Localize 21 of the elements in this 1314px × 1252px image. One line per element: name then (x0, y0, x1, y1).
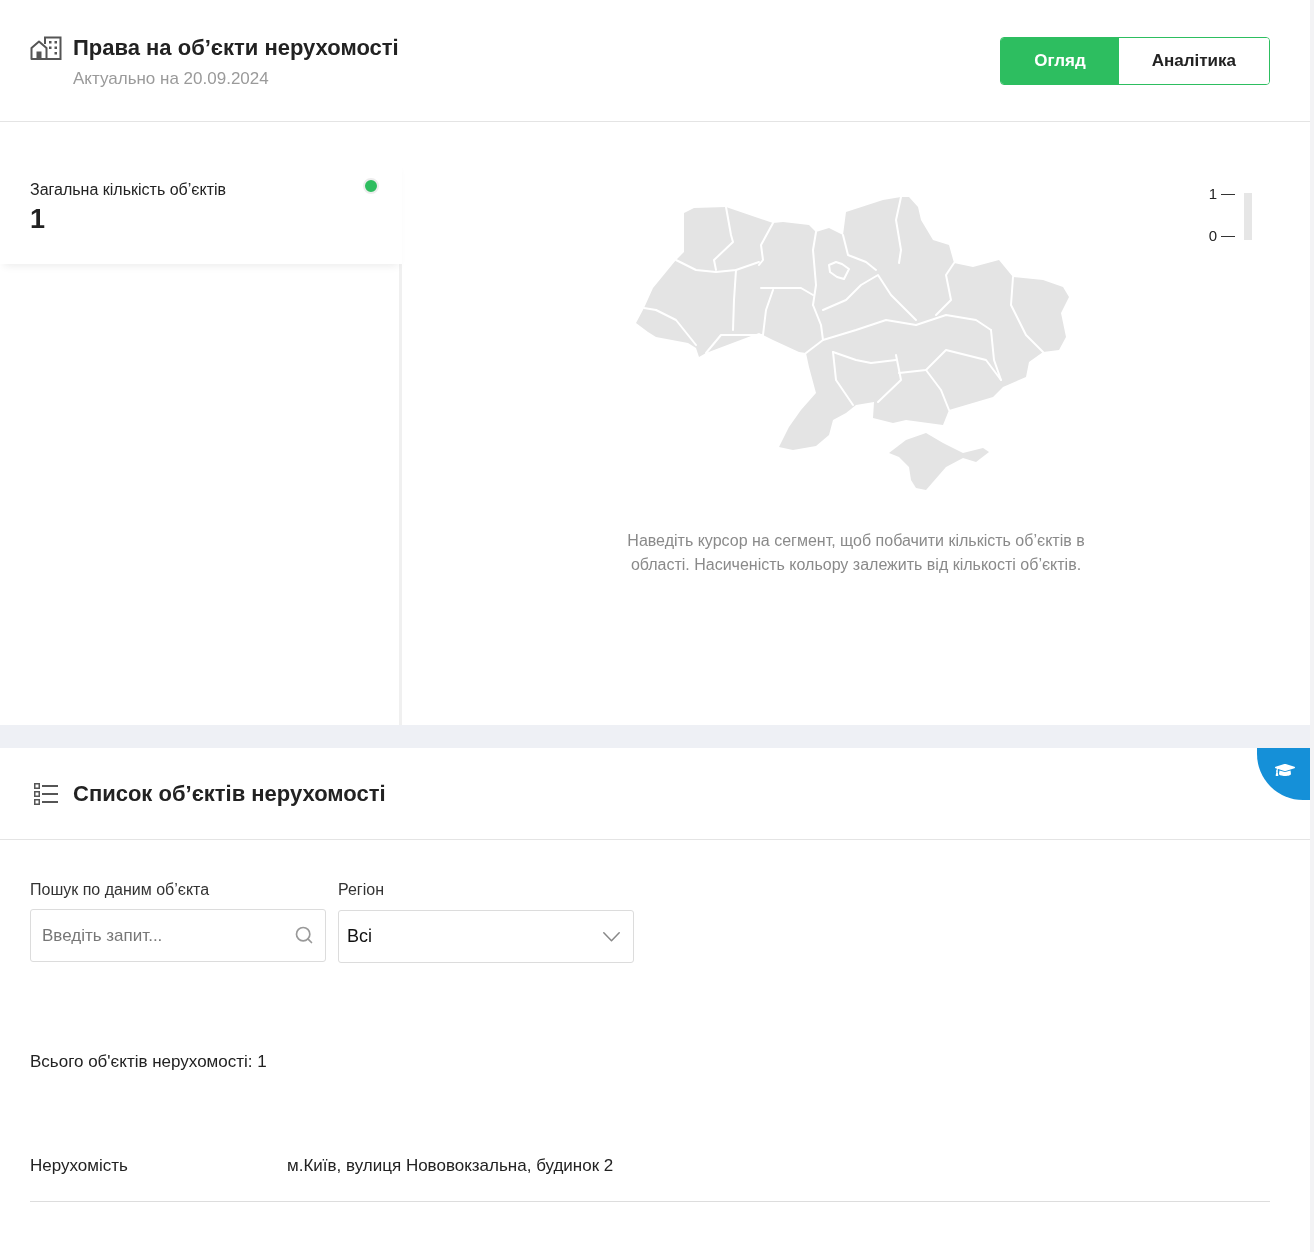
summary-label: Загальна кількість об’єктів (30, 180, 228, 200)
map-hint: Наведіть курсор на сегмент, щоб побачити кількість об’єктів в області. Насиченість кольору залежить від кількості об’єктів. (626, 531, 1086, 575)
chevron-down-icon (603, 931, 620, 942)
buildings-icon (30, 35, 62, 60)
update-date: Актуально на 20.09.2024 (73, 67, 270, 90)
address-cell-text: м.Київ, вулиця Нововокзальна, будинок 2 (287, 1156, 615, 1176)
region-select[interactable]: Всі (338, 910, 634, 963)
list-title: Список об’єктів нерухомості (73, 779, 386, 808)
property-type-cell-text: Нерухомість (30, 1156, 129, 1176)
status-dot-icon (363, 178, 379, 194)
legend-scale-bar (1244, 193, 1252, 240)
total-count: Всього об'єктів нерухомості: 1 (30, 1051, 268, 1073)
summary-value: 1 (30, 203, 47, 235)
list-icon (34, 782, 58, 805)
region-label: Регіон (338, 880, 385, 900)
legend-min-label: 0 (1208, 229, 1235, 243)
legend-max-label: 1 (1208, 187, 1235, 201)
search-icon (294, 925, 314, 945)
search-field[interactable]: Введіть запит... (30, 909, 326, 962)
page-title: Права на об’єкти нерухомості (73, 33, 399, 62)
search-label: Пошук по даним об’єкта (30, 880, 211, 900)
